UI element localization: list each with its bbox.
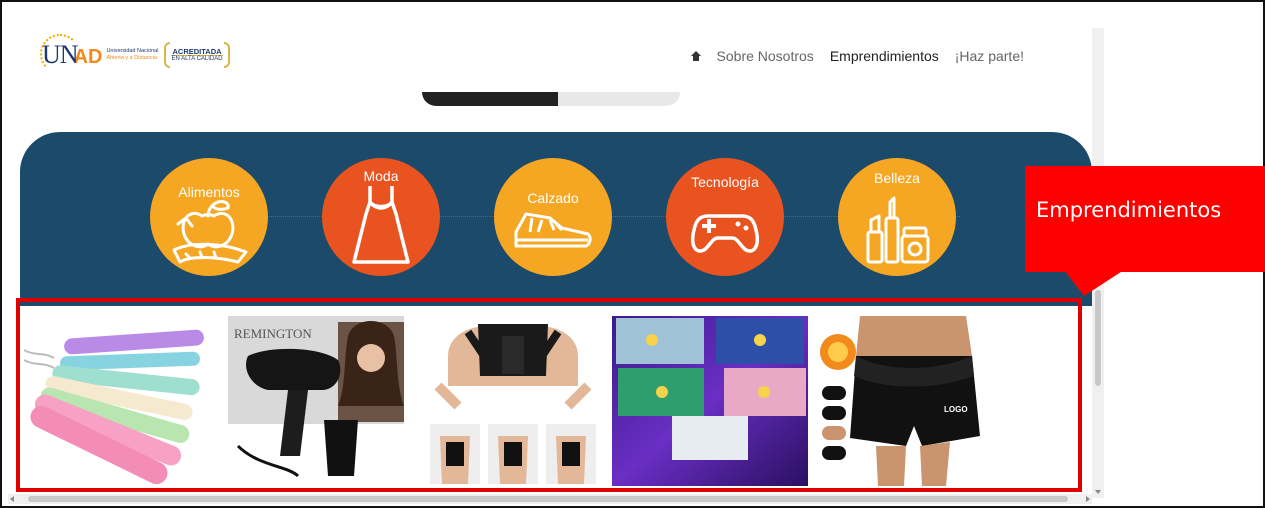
home-icon[interactable] bbox=[690, 51, 701, 61]
logo-subtitle: Universidad Nacional Abierta y a Distanc… bbox=[106, 48, 158, 62]
horizontal-scrollbar[interactable] bbox=[8, 494, 1092, 504]
accred-title: ACREDITADA bbox=[171, 46, 223, 56]
category-alimentos[interactable]: Alimentos bbox=[150, 158, 268, 276]
accred-sub: EN ALTA CALIDAD bbox=[171, 55, 223, 62]
laurel-left-icon bbox=[164, 42, 171, 68]
sneaker-icon bbox=[514, 212, 592, 248]
nav-haz-parte[interactable]: ¡Haz parte! bbox=[955, 48, 1024, 64]
laurel-right-icon bbox=[223, 42, 230, 68]
callout-label: Emprendimientos bbox=[1036, 198, 1222, 222]
category-tecnologia[interactable]: Tecnología bbox=[666, 158, 784, 276]
category-label: Belleza bbox=[874, 170, 920, 186]
category-belleza[interactable]: Belleza bbox=[838, 158, 956, 276]
scroll-left-arrow-icon[interactable] bbox=[10, 496, 14, 502]
category-label: Alimentos bbox=[178, 184, 240, 200]
logo-line2: Abierta y a Distancia bbox=[106, 55, 157, 61]
fruit-basket-icon bbox=[172, 200, 248, 264]
nav-sobre-nosotros[interactable]: Sobre Nosotros bbox=[717, 48, 814, 64]
logo-line1: Universidad Nacional bbox=[106, 48, 159, 54]
category-label: Calzado bbox=[527, 190, 579, 206]
accreditation-text: ACREDITADA EN ALTA CALIDAD bbox=[171, 46, 223, 63]
category-moda[interactable]: Moda bbox=[322, 158, 440, 276]
logo-un-text: UN bbox=[42, 40, 79, 69]
nav-emprendimientos[interactable]: Emprendimientos bbox=[830, 48, 939, 64]
vertical-scroll-thumb[interactable] bbox=[1095, 290, 1101, 386]
category-label: Moda bbox=[363, 168, 399, 184]
slider-indicator-active bbox=[422, 92, 558, 106]
unad-wordmark: UN AD bbox=[40, 34, 102, 74]
slider-indicator-track bbox=[558, 92, 680, 106]
scroll-down-arrow-icon[interactable] bbox=[1095, 490, 1101, 494]
slider-indicator[interactable] bbox=[422, 92, 680, 106]
products-highlight-box bbox=[16, 298, 1082, 492]
unad-logo[interactable]: UN AD Universidad Nacional Abierta y a D… bbox=[40, 34, 230, 74]
callout-pointer bbox=[1064, 270, 1124, 296]
accreditation-seal: ACREDITADA EN ALTA CALIDAD bbox=[164, 42, 230, 68]
horizontal-scroll-thumb[interactable] bbox=[28, 496, 1068, 502]
category-calzado[interactable]: Calzado bbox=[494, 158, 612, 276]
categories-band: Alimentos Moda Calzado Tecnología Bellez… bbox=[20, 132, 1092, 306]
scroll-right-arrow-icon[interactable] bbox=[1086, 496, 1090, 502]
top-nav: Sobre Nosotros Emprendimientos ¡Haz part… bbox=[690, 48, 1024, 64]
category-label: Tecnología bbox=[691, 174, 759, 190]
